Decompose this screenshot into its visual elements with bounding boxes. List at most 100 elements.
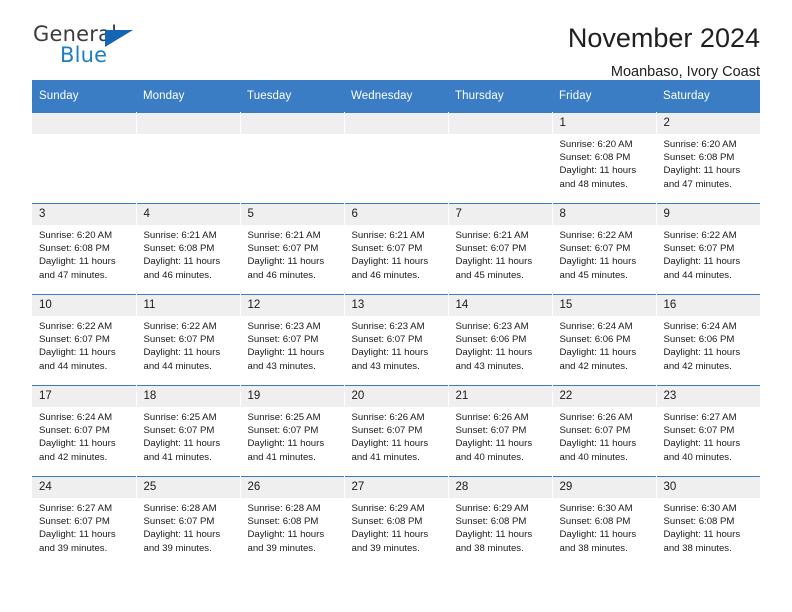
- day-number: 26: [240, 477, 344, 498]
- daylight-text-line1: Daylight: 11 hours: [559, 165, 637, 177]
- calendar-body: 1 Sunrise: 6:20 AM Sunset: 6:08 PM Daylight…: [32, 112, 761, 567]
- logo-triangle-icon: [105, 30, 133, 47]
- calendar-day-cell[interactable]: 22 Sunrise: 6:26 AM Sunset: 6:07 PM Dayligh…: [552, 385, 657, 477]
- day-number: 5: [240, 204, 344, 225]
- sunset-text: Sunset: 6:06 PM: [663, 334, 735, 346]
- sunset-text: Sunset: 6:07 PM: [143, 334, 215, 346]
- daylight-text-line2: and 47 minutes.: [663, 178, 732, 190]
- daylight-text-line1: Daylight: 11 hours: [663, 347, 741, 359]
- calendar-day-cell[interactable]: 5 Sunrise: 6:21 AM Sunset: 6:07 PM Daylight…: [240, 203, 345, 295]
- day-details: Sunrise: 6:22 AM Sunset: 6:07 PM Daylight:…: [657, 225, 761, 282]
- calendar-day-cell[interactable]: 2 Sunrise: 6:20 AM Sunset: 6:08 PM Daylight…: [656, 112, 760, 204]
- calendar-day-cell[interactable]: 28 Sunrise: 6:29 AM Sunset: 6:08 PM Dayligh…: [448, 476, 553, 567]
- daylight-text-line1: Daylight: 11 hours: [247, 529, 325, 541]
- title-block: November 2024 Moanbaso, Ivory Coast: [568, 22, 760, 82]
- sunrise-text: Sunrise: 6:27 AM: [663, 412, 737, 423]
- calendar-day-cell[interactable]: 23 Sunrise: 6:27 AM Sunset: 6:07 PM Dayligh…: [656, 385, 760, 477]
- weekday-header-thursday: Thursday: [448, 80, 552, 113]
- calendar-day-cell[interactable]: 6 Sunrise: 6:21 AM Sunset: 6:07 PM Daylight…: [344, 203, 449, 295]
- daylight-text-line2: and 38 minutes.: [663, 542, 732, 554]
- calendar-day-cell[interactable]: 17 Sunrise: 6:24 AM Sunset: 6:07 PM Dayligh…: [32, 385, 137, 477]
- calendar-day-cell[interactable]: 3 Sunrise: 6:20 AM Sunset: 6:08 PM Daylight…: [32, 203, 137, 295]
- calendar-day-cell[interactable]: 11 Sunrise: 6:22 AM Sunset: 6:07 PM Dayligh…: [136, 294, 241, 386]
- calendar-day-cell[interactable]: 10 Sunrise: 6:22 AM Sunset: 6:07 PM Dayligh…: [32, 294, 137, 386]
- calendar-day-cell[interactable]: 14 Sunrise: 6:23 AM Sunset: 6:06 PM Dayligh…: [448, 294, 553, 386]
- daylight-text-line2: and 48 minutes.: [559, 178, 628, 190]
- weekday-header-monday: Monday: [136, 80, 240, 113]
- calendar-day-cell[interactable]: 18 Sunrise: 6:25 AM Sunset: 6:07 PM Dayligh…: [136, 385, 241, 477]
- daylight-text-line1: Daylight: 11 hours: [663, 165, 741, 177]
- calendar-day-cell[interactable]: 29 Sunrise: 6:30 AM Sunset: 6:08 PM Dayligh…: [552, 476, 657, 567]
- day-details: Sunrise: 6:23 AM Sunset: 6:07 PM Daylight:…: [345, 316, 448, 373]
- sunrise-text: Sunrise: 6:21 AM: [351, 230, 425, 241]
- day-number: 14: [448, 295, 552, 316]
- daylight-text-line1: Daylight: 11 hours: [663, 529, 741, 541]
- calendar-day-cell[interactable]: 1 Sunrise: 6:20 AM Sunset: 6:08 PM Daylight…: [552, 112, 657, 204]
- calendar-empty-cell: [32, 112, 137, 204]
- sunset-text: Sunset: 6:07 PM: [247, 425, 319, 437]
- sunrise-text: Sunrise: 6:30 AM: [559, 503, 633, 514]
- calendar-day-cell[interactable]: 13 Sunrise: 6:23 AM Sunset: 6:07 PM Dayligh…: [344, 294, 449, 386]
- daylight-text-line2: and 38 minutes.: [455, 542, 524, 554]
- calendar-day-cell[interactable]: 20 Sunrise: 6:26 AM Sunset: 6:07 PM Dayligh…: [344, 385, 449, 477]
- daylight-text-line1: Daylight: 11 hours: [663, 256, 741, 268]
- day-details: Sunrise: 6:23 AM Sunset: 6:07 PM Daylight:…: [241, 316, 344, 373]
- sunrise-text: Sunrise: 6:29 AM: [455, 503, 529, 514]
- day-number: 30: [656, 477, 760, 498]
- calendar-day-cell[interactable]: 9 Sunrise: 6:22 AM Sunset: 6:07 PM Daylight…: [656, 203, 761, 295]
- sunset-text: Sunset: 6:07 PM: [455, 425, 527, 437]
- day-details: Sunrise: 6:30 AM Sunset: 6:08 PM Daylight:…: [553, 498, 656, 555]
- sunset-text: Sunset: 6:07 PM: [663, 243, 735, 255]
- page-header: General Blue November 2024 Moanbaso, Ivo…: [32, 0, 760, 80]
- sunset-text: Sunset: 6:08 PM: [663, 152, 735, 164]
- daylight-text-line2: and 39 minutes.: [39, 542, 108, 554]
- sunset-text: Sunset: 6:08 PM: [351, 516, 423, 528]
- daylight-text-line2: and 42 minutes.: [39, 451, 108, 463]
- day-number: 7: [448, 204, 552, 225]
- day-details: Sunrise: 6:26 AM Sunset: 6:07 PM Daylight:…: [345, 407, 448, 464]
- daylight-text-line1: Daylight: 11 hours: [455, 438, 533, 450]
- day-number: 10: [32, 295, 136, 316]
- weekday-header-friday: Friday: [552, 80, 656, 113]
- daylight-text-line1: Daylight: 11 hours: [559, 347, 637, 359]
- day-details: Sunrise: 6:27 AM Sunset: 6:07 PM Daylight:…: [32, 498, 136, 555]
- sunrise-text: Sunrise: 6:21 AM: [143, 230, 217, 241]
- calendar-day-cell[interactable]: 24 Sunrise: 6:27 AM Sunset: 6:07 PM Dayligh…: [32, 476, 137, 567]
- calendar-day-cell[interactable]: 4 Sunrise: 6:21 AM Sunset: 6:08 PM Daylight…: [136, 203, 241, 295]
- calendar-page: General Blue November 2024 Moanbaso, Ivo…: [0, 0, 792, 612]
- calendar-day-cell[interactable]: 12 Sunrise: 6:23 AM Sunset: 6:07 PM Dayligh…: [240, 294, 345, 386]
- calendar-day-cell[interactable]: 16 Sunrise: 6:24 AM Sunset: 6:06 PM Dayligh…: [656, 294, 760, 386]
- calendar-empty-cell: [344, 112, 449, 204]
- calendar-day-cell[interactable]: 8 Sunrise: 6:22 AM Sunset: 6:07 PM Daylight…: [552, 203, 657, 295]
- calendar-day-cell[interactable]: 30 Sunrise: 6:30 AM Sunset: 6:08 PM Dayligh…: [656, 476, 760, 567]
- daylight-text-line2: and 45 minutes.: [455, 269, 524, 281]
- day-number: 25: [136, 477, 240, 498]
- daylight-text-line2: and 47 minutes.: [39, 269, 108, 281]
- day-number: 29: [552, 477, 656, 498]
- daylight-text-line2: and 40 minutes.: [455, 451, 524, 463]
- sunset-text: Sunset: 6:06 PM: [455, 334, 527, 346]
- calendar-day-cell[interactable]: 15 Sunrise: 6:24 AM Sunset: 6:06 PM Dayligh…: [552, 294, 657, 386]
- daylight-text-line2: and 44 minutes.: [143, 360, 212, 372]
- daylight-text-line1: Daylight: 11 hours: [351, 347, 429, 359]
- day-number: 22: [552, 386, 656, 407]
- calendar-day-cell[interactable]: 26 Sunrise: 6:28 AM Sunset: 6:08 PM Dayligh…: [240, 476, 345, 567]
- logo-word-blue: Blue: [60, 43, 108, 67]
- sunset-text: Sunset: 6:08 PM: [39, 243, 110, 255]
- sunrise-text: Sunrise: 6:26 AM: [559, 412, 633, 423]
- daylight-text-line2: and 39 minutes.: [143, 542, 212, 554]
- daylight-text-line1: Daylight: 11 hours: [143, 529, 221, 541]
- day-number: 2: [656, 113, 760, 134]
- general-blue-logo[interactable]: General Blue: [32, 22, 144, 70]
- day-number: 3: [32, 204, 136, 225]
- sunrise-text: Sunrise: 6:28 AM: [143, 503, 217, 514]
- calendar-day-cell[interactable]: 21 Sunrise: 6:26 AM Sunset: 6:07 PM Dayligh…: [448, 385, 553, 477]
- calendar-day-cell[interactable]: 7 Sunrise: 6:21 AM Sunset: 6:07 PM Daylight…: [448, 203, 553, 295]
- day-number: [32, 113, 136, 134]
- calendar-week-row: 10 Sunrise: 6:22 AM Sunset: 6:07 PM Dayligh…: [32, 294, 760, 386]
- calendar-day-cell[interactable]: 27 Sunrise: 6:29 AM Sunset: 6:08 PM Dayligh…: [344, 476, 449, 567]
- calendar-day-cell[interactable]: 25 Sunrise: 6:28 AM Sunset: 6:07 PM Dayligh…: [136, 476, 241, 567]
- sunset-text: Sunset: 6:07 PM: [351, 425, 423, 437]
- calendar-week-row: 3 Sunrise: 6:20 AM Sunset: 6:08 PM Daylight…: [32, 203, 761, 295]
- calendar-day-cell[interactable]: 19 Sunrise: 6:25 AM Sunset: 6:07 PM Dayligh…: [240, 385, 345, 477]
